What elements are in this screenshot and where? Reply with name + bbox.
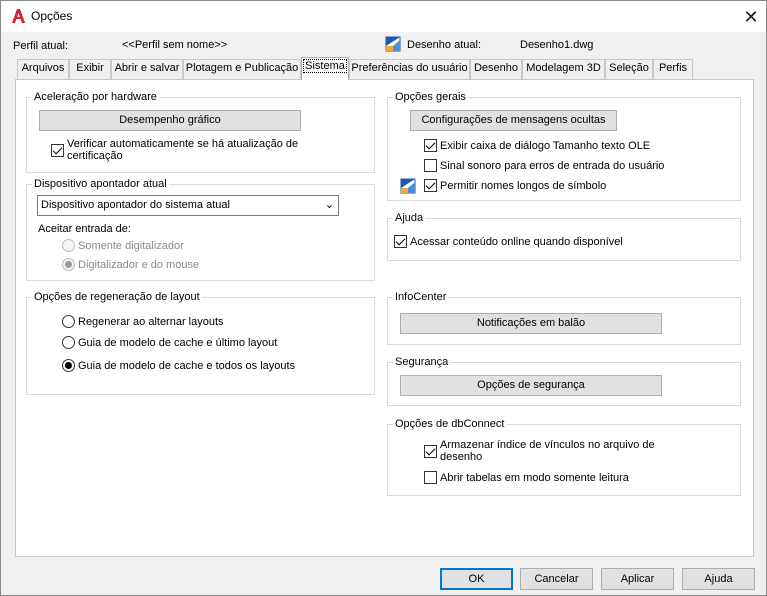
tab-perfis[interactable]: Perfis — [653, 59, 693, 79]
help-button[interactable]: Ajuda — [682, 568, 755, 590]
tab-modelagem-3d[interactable]: Modelagem 3D — [522, 59, 605, 79]
pointer-device-select[interactable]: Dispositivo apontador do sistema atual ⌄ — [37, 195, 339, 216]
autocad-a-icon — [12, 9, 25, 23]
online-help-label: Acessar conteúdo online quando disponíve… — [410, 236, 623, 248]
hardware-group-title: Aceleração por hardware — [32, 91, 159, 103]
tab-preferencias[interactable]: Preferências do usuário — [349, 59, 470, 79]
regen-group-title: Opções de regeneração de layout — [32, 291, 202, 303]
drawing-file-icon — [385, 36, 401, 52]
tab-desenho[interactable]: Desenho — [470, 59, 522, 79]
infocenter-group-title: InfoCenter — [393, 291, 449, 303]
radio-cache-last-label: Guia de modelo de cache e último layout — [78, 337, 278, 349]
apply-button[interactable]: Aplicar — [601, 568, 674, 590]
radio-cache-all[interactable] — [62, 359, 75, 372]
accept-input-label: Aceitar entrada de: — [38, 223, 131, 235]
ole-text-size-checkbox[interactable] — [424, 139, 437, 152]
store-link-index-label: Armazenar índice de vínculos no arquivo … — [440, 439, 655, 463]
cert-update-checkbox[interactable] — [51, 144, 64, 157]
radio-regen-switch[interactable] — [62, 315, 75, 328]
close-icon[interactable]: ✕ — [735, 3, 767, 31]
tab-exibir[interactable]: Exibir — [69, 59, 111, 79]
profile-value: <<Perfil sem nome>> — [122, 39, 228, 51]
drawing-value: Desenho1.dwg — [520, 39, 594, 51]
window-title: Opções — [31, 9, 73, 23]
tab-selecao[interactable]: Seleção — [605, 59, 653, 79]
store-link-index-checkbox[interactable] — [424, 445, 437, 458]
radio-regen-switch-label: Regenerar ao alternar layouts — [78, 316, 224, 328]
profile-label: Perfil atual: — [13, 40, 69, 52]
readonly-tables-label: Abrir tabelas em modo somente leitura — [440, 472, 629, 484]
readonly-tables-checkbox[interactable] — [424, 471, 437, 484]
graphics-performance-button[interactable]: Desempenho gráfico — [39, 110, 301, 131]
drawing-setting-icon — [400, 178, 416, 194]
cancel-button[interactable]: Cancelar — [520, 568, 593, 590]
long-symbol-names-checkbox[interactable] — [424, 179, 437, 192]
hidden-messages-button[interactable]: Configurações de mensagens ocultas — [410, 110, 617, 131]
title-bar: Opções ✕ — [1, 1, 766, 32]
cert-update-label: Verificar automaticamente se há atualiza… — [67, 138, 299, 162]
tab-abrir-salvar[interactable]: Abrir e salvar — [111, 59, 183, 79]
radio-cache-last[interactable] — [62, 336, 75, 349]
ole-text-size-label: Exibir caixa de diálogo Tamanho texto OL… — [440, 140, 651, 152]
radio-digitizer-only[interactable] — [62, 239, 75, 252]
radio-digitizer-mouse-label: Digitalizador e do mouse — [78, 259, 200, 271]
drawing-label: Desenho atual: — [407, 39, 481, 51]
balloon-notifications-button[interactable]: Notificações em balão — [400, 313, 662, 334]
beep-on-error-checkbox[interactable] — [424, 159, 437, 172]
pointer-group-title: Dispositivo apontador atual — [32, 178, 169, 190]
tab-arquivos[interactable]: Arquivos — [17, 59, 69, 79]
radio-digitizer-mouse[interactable] — [62, 258, 75, 271]
tab-plotagem[interactable]: Plotagem e Publicação — [183, 59, 301, 79]
radio-cache-all-label: Guia de modelo de cache e todos os layou… — [78, 360, 296, 372]
tab-sistema[interactable]: Sistema — [301, 57, 349, 80]
security-options-button[interactable]: Opções de segurança — [400, 375, 662, 396]
radio-digitizer-only-label: Somente digitalizador — [78, 240, 184, 252]
chevron-down-icon: ⌄ — [324, 199, 334, 211]
help-group-title: Ajuda — [393, 212, 426, 224]
online-help-checkbox[interactable] — [394, 235, 407, 248]
ok-button[interactable]: OK — [440, 568, 513, 590]
general-group-title: Opções gerais — [393, 91, 468, 103]
dbconnect-group-title: Opções de dbConnect — [393, 418, 507, 430]
long-symbol-names-label: Permitir nomes longos de símbolo — [440, 180, 607, 192]
security-group-title: Segurança — [393, 356, 451, 368]
options-dialog: Opções ✕ Perfil atual: <<Perfil sem nome… — [0, 0, 767, 596]
beep-on-error-label: Sinal sonoro para erros de entrada do us… — [440, 160, 665, 172]
